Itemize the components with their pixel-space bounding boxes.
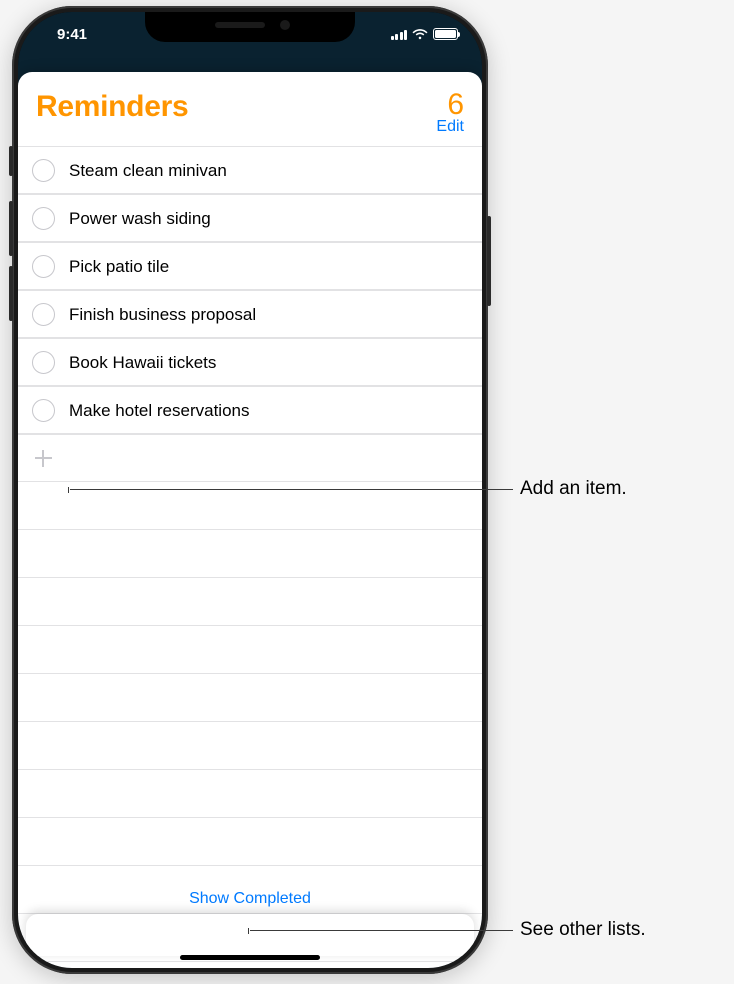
callout-add-item: Add an item. [520,478,627,500]
complete-toggle[interactable] [32,207,55,230]
reminder-row[interactable]: Book Hawaii tickets [18,338,482,386]
reminder-label: Pick patio tile [69,257,169,277]
callout-line [250,930,513,931]
status-time: 9:41 [42,26,102,43]
reminder-row[interactable]: Finish business proposal [18,290,482,338]
complete-toggle[interactable] [32,159,55,182]
show-completed-button[interactable]: Show Completed [18,890,482,908]
cellular-signal-icon [391,29,408,40]
reminder-list[interactable]: Steam clean minivan Power wash siding Pi… [18,146,482,968]
reminder-label: Steam clean minivan [69,161,227,181]
reminder-count: 6 [436,90,464,120]
reminder-label: Make hotel reservations [69,401,249,421]
page-title: Reminders [36,90,188,124]
reminder-label: Finish business proposal [69,305,256,325]
reminders-sheet: Reminders 6 Edit Steam clean minivan [18,72,482,968]
other-lists-handle[interactable] [26,914,474,956]
power-button [487,216,491,306]
home-indicator[interactable] [180,955,320,960]
plus-icon [32,447,55,470]
complete-toggle[interactable] [32,399,55,422]
edit-button[interactable]: Edit [436,118,464,136]
reminder-row[interactable]: Make hotel reservations [18,386,482,434]
callout-line [70,489,513,490]
add-reminder-button[interactable] [18,434,482,482]
screen: 9:41 Reminder [18,12,482,968]
volume-up-button [9,201,13,256]
callout-see-other-lists: See other lists. [520,919,646,941]
wifi-icon [412,28,428,40]
complete-toggle[interactable] [32,351,55,374]
reminder-row[interactable]: Steam clean minivan [18,146,482,194]
notch [145,12,355,42]
reminder-label: Power wash siding [69,209,211,229]
reminder-label: Book Hawaii tickets [69,353,216,373]
iphone-frame: 9:41 Reminder [12,6,488,974]
battery-icon [433,28,458,40]
complete-toggle[interactable] [32,303,55,326]
complete-toggle[interactable] [32,255,55,278]
reminder-row[interactable]: Power wash siding [18,194,482,242]
reminder-row[interactable]: Pick patio tile [18,242,482,290]
silence-switch [9,146,13,176]
volume-down-button [9,266,13,321]
